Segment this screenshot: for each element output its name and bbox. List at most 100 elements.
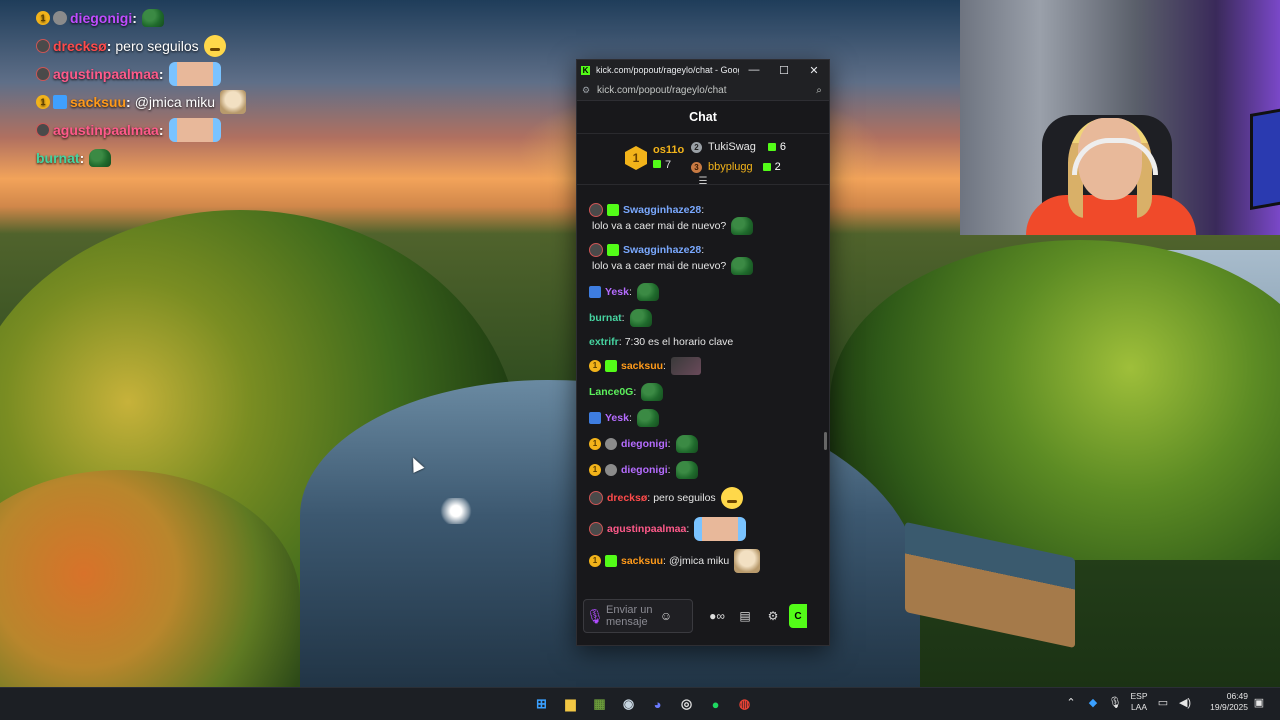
gold-badge-icon: 1 (589, 464, 601, 476)
leaderboard-second-name: TukiSwag (708, 141, 756, 153)
zoom-icon[interactable]: ⌕ (809, 85, 829, 96)
maximize-button[interactable]: ☐ (769, 64, 799, 77)
file-explorer-icon[interactable]: ▆ (559, 692, 583, 716)
chat-message[interactable]: 1 diegonigi: (589, 461, 817, 479)
chat-colon: : (663, 555, 666, 567)
gold-badge-icon: 1 (589, 438, 601, 450)
language-indicator[interactable]: ESP LAA (1126, 691, 1152, 713)
chat-input[interactable]: 🎙 Enviar un mensaje ☺ (583, 599, 693, 633)
chat-username[interactable]: diegonigi (621, 437, 668, 451)
cube-badge-icon (53, 95, 67, 109)
security-icon[interactable]: ◆ (1082, 696, 1104, 709)
url-text[interactable]: kick.com/popout/rageylo/chat (597, 85, 809, 96)
show-hidden-icons-icon[interactable]: ⌃ (1060, 696, 1082, 709)
overlay-username: drecksø (53, 38, 107, 54)
grey-badge-icon (605, 438, 617, 450)
close-button[interactable]: ✕ (799, 64, 829, 77)
grey-badge-icon (53, 11, 67, 25)
window-title: kick.com/popout/rageylo/chat - Google... (596, 65, 739, 75)
steam-icon[interactable]: ◉ (617, 692, 641, 716)
leaderboard-first-name: os11o (653, 144, 685, 156)
bot-badge-icon (36, 67, 50, 81)
chat-username[interactable]: burnat (589, 311, 622, 325)
discord-icon[interactable]: ◕ (646, 692, 670, 716)
minecraft-icon[interactable]: ▦ (588, 692, 612, 716)
chat-message-text: 7:30 es el horario clave (624, 336, 734, 348)
chat-username[interactable]: Yesk (605, 411, 629, 425)
chat-username[interactable]: diegonigi (621, 463, 668, 477)
chat-message[interactable]: 1 diegonigi: (589, 435, 817, 453)
chat-colon: : (667, 464, 671, 476)
chat-message[interactable]: burnat: (589, 309, 817, 327)
leaderboard-second[interactable]: 2 TukiSwag 6 (691, 141, 786, 153)
leaderboard-first-count: 7 (665, 159, 672, 171)
microphone-tray-icon[interactable]: 🎙 (1104, 696, 1126, 709)
gold-badge-icon: 1 (589, 360, 601, 372)
system-clock[interactable]: 06:49 19/9/2025 (1196, 691, 1248, 713)
chat-username[interactable]: Swagginhaze28 (623, 203, 701, 217)
chat-message[interactable]: Swagginhaze28: lolo va a caer mai de nuev… (589, 243, 817, 275)
volume-icon[interactable]: ◀) (1174, 696, 1196, 709)
sub-badge-icon (605, 360, 617, 372)
frog-emote-icon (731, 217, 754, 235)
site-info-icon[interactable]: ⚙ (577, 85, 595, 96)
chat-message-list[interactable]: Swagginhaze28: lolo va a caer mai de nuev… (577, 185, 829, 578)
chat-message[interactable]: drecksø: pero seguilos (589, 487, 817, 509)
obs-icon[interactable]: ◎ (675, 692, 699, 716)
microphone-icon[interactable]: 🎙 (584, 608, 606, 625)
overlay-username: agustinpaalmaa (53, 122, 159, 138)
settings-gear-icon[interactable]: ⚙ (759, 609, 787, 623)
leaderboard-first[interactable]: 1 os11o 7 (625, 143, 684, 173)
chat-message[interactable]: extrifr:7:30 es el horario clave (589, 335, 817, 349)
chat-username[interactable]: sacksuu (621, 554, 663, 568)
address-bar[interactable]: ⚙ kick.com/popout/rageylo/chat ⌕ (577, 80, 829, 101)
chat-message[interactable]: agustinpaalmaa: (589, 517, 817, 541)
chat-message[interactable]: 1 sacksuu: @jmica miku (589, 549, 817, 573)
window-titlebar[interactable]: K kick.com/popout/rageylo/chat - Google.… (577, 60, 829, 80)
send-button[interactable]: C (789, 604, 807, 628)
taskbar-apps: ⊞ ▆ ▦ ◉ ◕ ◎ ● ◍ (527, 692, 759, 716)
chat-username[interactable]: sacksuu (621, 359, 663, 373)
chat-username[interactable]: extrifr (589, 335, 619, 349)
start-menu-icon[interactable]: ⊞ (530, 692, 554, 716)
chat-colon: : (701, 244, 705, 256)
overlay-colon: : (79, 150, 85, 166)
leaderboard-second-count: 6 (779, 141, 787, 153)
windows-taskbar: ⊞ ▆ ▦ ◉ ◕ ◎ ● ◍ ⌃ ◆ 🎙 ESP LAA ▭ ◀) 06:49 19/9/2… (0, 687, 1280, 720)
leaderboard-third[interactable]: 3 bbyplugg 2 (691, 161, 781, 173)
chat-message[interactable]: Swagginhaze28: lolo va a caer mai de nuev… (589, 203, 817, 235)
chat-username[interactable]: drecksø (607, 491, 647, 505)
notifications-icon[interactable]: ▣ (1248, 696, 1270, 709)
chat-message[interactable]: Lance0G: (589, 383, 817, 401)
chat-username[interactable]: Lance0G (589, 385, 633, 399)
chrome-icon[interactable]: ◍ (733, 692, 757, 716)
face-emote-icon (168, 118, 221, 142)
chat-popout-window[interactable]: K kick.com/popout/rageylo/chat - Google.… (576, 59, 830, 646)
cat-emote-icon (734, 549, 761, 573)
chat-username[interactable]: Yesk (605, 285, 629, 299)
store-icon[interactable]: ▤ (731, 609, 759, 623)
chat-username[interactable]: Swagginhaze28 (623, 243, 701, 257)
spotify-icon[interactable]: ● (704, 692, 728, 716)
sub-badge-icon (605, 555, 617, 567)
chat-message[interactable]: Yesk: (589, 409, 817, 427)
kicks-icon[interactable]: ●∞ (703, 609, 731, 623)
network-icon[interactable]: ▭ (1152, 696, 1174, 709)
leaderboard-third-name: bbyplugg (708, 161, 753, 173)
stream-overlay-chat: 1 diegonigi: drecksø: pero seguilos agustinp… (36, 4, 436, 172)
chat-colon: : (621, 312, 625, 324)
gift-icon (767, 143, 776, 151)
gold-badge-icon: 1 (36, 11, 50, 25)
face-emote-icon (694, 517, 747, 541)
chat-message[interactable]: Yesk: (589, 283, 817, 301)
chat-username[interactable]: agustinpaalmaa (607, 522, 686, 536)
overlay-username: agustinpaalmaa (53, 66, 159, 82)
overlay-colon: : (126, 94, 131, 110)
minimize-button[interactable]: — (739, 64, 769, 76)
overlay-message-text: pero seguilos (115, 38, 199, 54)
chat-message[interactable]: 1 sacksuu: (589, 357, 817, 375)
emote-picker-icon[interactable]: ☺ (656, 609, 676, 623)
bot-badge-icon (36, 123, 50, 137)
chat-scrollbar[interactable] (824, 432, 827, 450)
bot-badge-icon (589, 522, 603, 536)
